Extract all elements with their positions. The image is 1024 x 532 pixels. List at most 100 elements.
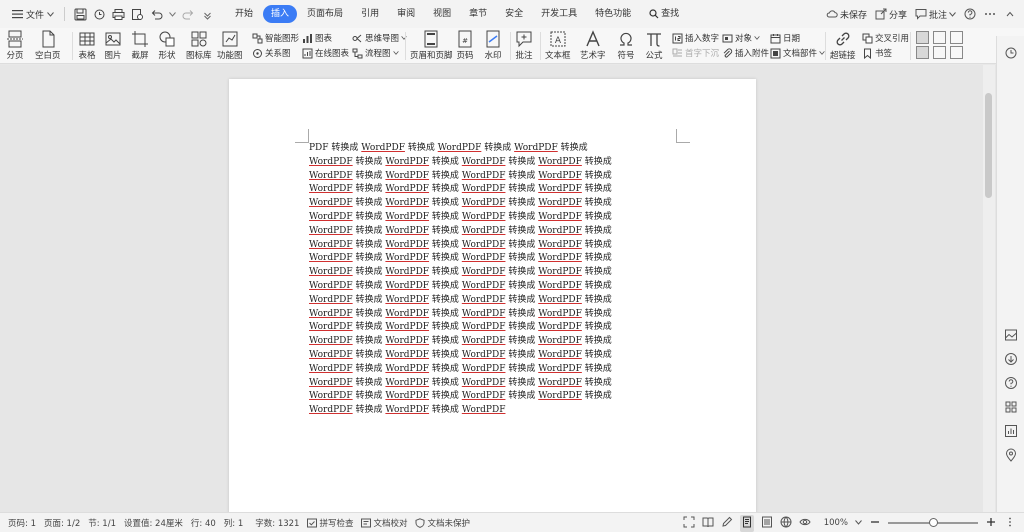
collapse-ribbon-button[interactable] [1004,8,1016,20]
status-page-number[interactable]: 页码: 1 [8,517,36,529]
tab-1[interactable]: 插入 [263,5,298,23]
layout-b-icon[interactable] [933,31,946,44]
image-panel-icon[interactable] [1004,328,1018,342]
scrollbar-thumb[interactable] [985,93,992,198]
layout-e-icon[interactable] [933,46,946,59]
online-chart-button[interactable]: 在线图表 [302,46,349,60]
save-icon[interactable] [74,8,87,21]
bookmark-button[interactable]: 书签 [862,46,892,60]
status-column[interactable]: 列: 1 [224,517,243,529]
formula-button[interactable]: 公式 [645,28,663,61]
stats-chart-icon[interactable] [1004,424,1018,438]
layout-a-icon[interactable] [916,31,929,44]
more-options-button[interactable] [984,8,996,20]
symbol-button[interactable]: 符号 [617,28,635,61]
unsaved-status-button[interactable]: 未保存 [826,8,867,21]
file-menu-button[interactable]: 文件 [8,4,58,24]
status-section[interactable]: 节: 1/1 [88,517,116,529]
tab-8[interactable]: 开发工具 [533,5,585,23]
tab-2[interactable]: 页面布局 [299,5,351,23]
tab-4[interactable]: 审阅 [389,5,423,23]
share-button[interactable]: 分享 [875,8,907,21]
tab-7[interactable]: 安全 [497,5,531,23]
layout-f-icon[interactable] [950,46,963,59]
doc-proof-button[interactable]: 文档校对 [361,517,407,529]
chart-button[interactable]: 图表 [302,31,332,45]
reading-mode-icon[interactable] [702,516,714,531]
insert-number-button[interactable]: 插入数字 [672,31,719,45]
hyperlink-button[interactable]: 超链接 [830,28,856,61]
document-page[interactable]: PDF 转换成 WordPDF 转换成 WordPDF 转换成 WordPDF … [229,79,756,512]
comment-button[interactable]: 批注 [515,28,533,61]
blank-page-button[interactable]: 空白页 [35,28,61,61]
smart-art-button[interactable]: 智能图形 [252,31,299,45]
tab-6[interactable]: 章节 [461,5,495,23]
table-button[interactable]: 表格 [78,28,96,61]
date-button[interactable]: 日期 [770,31,800,45]
customize-toolbar-icon[interactable] [201,8,214,21]
download-icon[interactable] [1004,352,1018,366]
function-chart-button[interactable]: 功能图 [217,28,243,61]
screenshot-button[interactable]: 截屏 [131,28,149,61]
fullscreen-icon[interactable] [683,516,695,531]
print-icon[interactable] [112,8,125,21]
undo-history-icon[interactable] [93,8,106,21]
vertical-scrollbar[interactable] [983,65,995,512]
doc-text: 转换成 [355,198,383,209]
tab-0[interactable]: 开始 [227,5,261,23]
page-view-icon[interactable] [739,514,754,532]
document-canvas[interactable]: PDF 转换成 WordPDF 转换成 WordPDF 转换成 WordPDF … [0,65,996,512]
object-button[interactable]: 对象 [722,31,760,45]
redo-icon[interactable] [182,8,195,21]
page-number-button[interactable]: # 页码 [456,28,474,61]
help-circle-icon[interactable] [1004,376,1018,390]
zoom-slider-knob[interactable] [929,518,938,527]
doc-protect-button[interactable]: 文档未保护 [415,517,470,529]
mind-map-button[interactable]: 思维导图 [352,31,407,45]
status-more-icon[interactable] [1004,516,1016,531]
document-body-text[interactable]: PDF 转换成 WordPDF 转换成 WordPDF 转换成 WordPDF … [309,142,614,418]
tab-3[interactable]: 引用 [353,5,387,23]
status-pages[interactable]: 页面: 1/2 [44,517,80,529]
text-box-button[interactable]: A 文本框 [545,28,571,61]
apps-grid-icon[interactable] [1004,400,1018,414]
edit-mode-icon[interactable] [721,516,733,531]
outline-view-icon[interactable] [761,516,773,531]
help-button[interactable] [964,8,976,20]
tab-9[interactable]: 特色功能 [587,5,639,23]
dropdown-arrow-icon[interactable] [169,8,176,21]
status-row[interactable]: 行: 40 [191,517,216,529]
web-view-icon[interactable] [780,516,792,531]
print-preview-icon[interactable] [131,8,144,21]
watermark-button[interactable]: 水印 [484,28,502,61]
zoom-dropdown-icon[interactable] [855,518,862,528]
flowchart-button[interactable]: 流程图 [352,46,399,60]
location-pin-icon[interactable] [1004,448,1018,462]
icon-library-button[interactable]: 图标库 [186,28,212,61]
layout-d-icon[interactable] [916,46,929,59]
undo-icon[interactable] [150,8,163,21]
spell-check-button[interactable]: 拼写检查 [307,517,353,529]
layout-c-icon[interactable] [950,31,963,44]
zoom-in-icon[interactable] [985,516,997,531]
history-icon[interactable] [1004,46,1018,60]
zoom-slider[interactable] [888,518,978,527]
comment-menu-button[interactable]: 批注 [915,8,956,21]
search-tab[interactable]: 查找 [641,5,687,23]
status-word-count[interactable]: 字数: 1321 [255,517,299,529]
header-footer-button[interactable]: 页眉和页脚 [410,28,453,61]
status-setting[interactable]: 设置值: 24厘米 [124,517,183,529]
picture-button[interactable]: 图片 [104,28,122,61]
drop-cap-button[interactable]: 首字下沉 [672,46,719,60]
cross-ref-button[interactable]: 交叉引用 [862,31,909,45]
shape-button[interactable]: 形状 [158,28,176,61]
zoom-level[interactable]: 100% [824,518,848,528]
relation-chart-button[interactable]: 关系图 [252,46,291,60]
page-break-button[interactable]: 分页 [6,28,24,61]
doc-parts-button[interactable]: 文档部件 [770,46,825,60]
art-text-button[interactable]: 艺术字 [580,28,606,61]
tab-5[interactable]: 视图 [425,5,459,23]
eye-protection-icon[interactable] [799,516,811,531]
zoom-out-icon[interactable] [869,516,881,531]
insert-attachment-button[interactable]: 插入附件 [722,46,769,60]
